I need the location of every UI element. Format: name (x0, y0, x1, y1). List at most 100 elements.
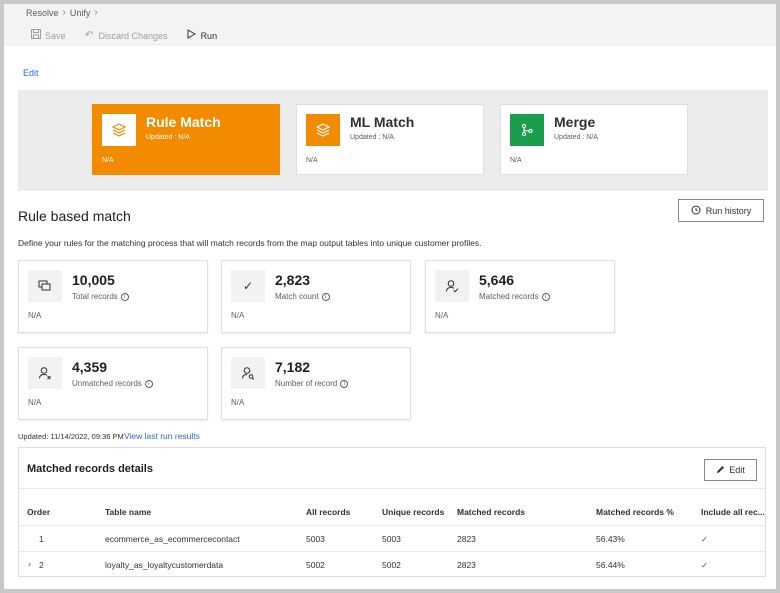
stat-label-text: Number of record (275, 379, 338, 388)
top-bar: Resolve › Unify › Save ↶ Discard Changes… (4, 4, 776, 46)
run-label: Run (200, 30, 218, 41)
person-x-icon (28, 357, 62, 389)
run-history-button[interactable]: Run history (678, 199, 764, 222)
row-matched-pct: 56.44% (596, 560, 625, 570)
row-unique-records: 5003 (382, 534, 401, 544)
edit-link[interactable]: Edit (23, 68, 39, 78)
history-icon (691, 205, 701, 217)
stat-value: 2,823 (275, 272, 311, 288)
chevron-right-icon[interactable]: › (28, 559, 31, 569)
tile-updated: Updated : N/A (146, 134, 190, 141)
matched-records-details: Matched records details Edit Order Table… (18, 447, 766, 577)
column-header[interactable]: Unique records (382, 507, 444, 517)
stat-label-text: Match count (275, 292, 319, 301)
play-icon (186, 29, 197, 42)
column-header[interactable]: Order (27, 507, 50, 517)
row-all-records: 5002 (306, 560, 325, 570)
row-unique-records: 5002 (382, 560, 401, 570)
info-icon[interactable]: i (340, 379, 349, 388)
stat-status: N/A (231, 398, 245, 407)
stat-status: N/A (28, 311, 42, 320)
tile-status: N/A (510, 157, 522, 164)
save-label: Save (45, 30, 66, 41)
records-icon (28, 270, 62, 302)
person-check-icon (435, 270, 469, 302)
stat-label: Match count i (275, 292, 330, 301)
stat-label: Number of record i (275, 379, 349, 388)
stat-label-text: Total records (72, 292, 118, 301)
column-header[interactable]: Table name (105, 507, 151, 517)
stat-label: Total records i (72, 292, 129, 301)
toolbar: Save ↶ Discard Changes Run (30, 29, 217, 42)
tile-status: N/A (102, 157, 114, 164)
person-search-icon (231, 357, 265, 389)
row-table-name: ecommerce_as_ecommercecontact (105, 534, 240, 544)
stat-card-unmatched-records: 4,359 Unmatched records i N/A (18, 347, 208, 420)
breadcrumb-unify[interactable]: Unify (70, 8, 91, 18)
row-matched-pct: 56.43% (596, 534, 625, 544)
stat-card-match-count: ✓ 2,823 Match count i N/A (221, 260, 411, 333)
stat-value: 10,005 (72, 272, 115, 288)
save-button[interactable]: Save (30, 29, 66, 42)
match-type-tiles: Rule Match Updated : N/A N/A ML Match Up… (18, 90, 768, 191)
column-header[interactable]: Matched records (457, 507, 525, 517)
check-icon: ✓ (701, 560, 709, 570)
stat-status: N/A (435, 311, 449, 320)
stat-card-matched-records: 5,646 Matched records i N/A (425, 260, 615, 333)
info-icon[interactable]: i (120, 292, 129, 301)
edit-label: Edit (729, 465, 745, 475)
discard-changes-button[interactable]: ↶ Discard Changes (84, 30, 168, 41)
tile-ml-match[interactable]: ML Match Updated : N/A N/A (296, 104, 484, 175)
column-header[interactable]: All records (306, 507, 350, 517)
tile-status: N/A (306, 157, 318, 164)
check-icon: ✓ (231, 270, 265, 302)
stat-label-text: Unmatched records (72, 379, 142, 388)
page-title: Rule based match (18, 208, 131, 224)
stat-value: 5,646 (479, 272, 515, 288)
tile-rule-match[interactable]: Rule Match Updated : N/A N/A (92, 104, 280, 175)
stat-value: 4,359 (72, 359, 108, 375)
pencil-icon (716, 465, 725, 476)
column-header[interactable]: Matched records % (596, 507, 674, 517)
row-matched-records: 2823 (457, 560, 476, 570)
tile-merge[interactable]: Merge Updated : N/A N/A (500, 104, 688, 175)
merge-icon (510, 114, 544, 146)
run-button[interactable]: Run (186, 29, 218, 42)
details-title: Matched records details (27, 463, 153, 475)
stat-label-text: Matched records (479, 292, 539, 301)
undo-icon: ↶ (84, 30, 94, 41)
view-last-run-link[interactable]: View last run results (124, 431, 200, 441)
chevron-right-icon: › (62, 7, 66, 18)
tile-title: ML Match (350, 114, 415, 130)
table-row[interactable]: › 2 loyalty_as_loyaltycustomerdata 5002 … (19, 551, 765, 577)
breadcrumb-resolve[interactable]: Resolve (26, 8, 59, 18)
tile-title: Rule Match (146, 114, 221, 130)
info-icon[interactable]: i (144, 379, 153, 388)
column-header[interactable]: Include all rec... (701, 507, 765, 517)
tile-title: Merge (554, 114, 596, 130)
check-icon: ✓ (701, 534, 709, 544)
stat-label: Unmatched records i (72, 379, 153, 388)
row-order: 1 (39, 534, 44, 544)
info-icon[interactable]: i (541, 292, 550, 301)
info-icon[interactable]: i (321, 292, 330, 301)
stat-card-number-of-record: 7,182 Number of record i N/A (221, 347, 411, 420)
run-history-label: Run history (705, 205, 752, 216)
tile-updated: Updated : N/A (554, 134, 598, 141)
stat-card-total-records: 10,005 Total records i N/A (18, 260, 208, 333)
table-header: Order Table name All records Unique reco… (19, 499, 765, 525)
tile-updated: Updated : N/A (350, 134, 394, 141)
row-table-name: loyalty_as_loyaltycustomerdata (105, 560, 224, 570)
row-all-records: 5003 (306, 534, 325, 544)
stat-status: N/A (28, 398, 42, 407)
breadcrumb: Resolve › Unify › (26, 7, 98, 18)
row-matched-records: 2823 (457, 534, 476, 544)
details-edit-button[interactable]: Edit (704, 459, 757, 481)
last-updated-text: Updated: 11/14/2022, 09:36 PM (18, 432, 124, 441)
row-order: 2 (39, 560, 44, 570)
stat-label: Matched records i (479, 292, 550, 301)
divider (19, 488, 765, 489)
discard-label: Discard Changes (98, 30, 168, 41)
table-row[interactable]: 1 ecommerce_as_ecommercecontact 5003 500… (19, 525, 765, 551)
layers-icon (306, 114, 340, 146)
